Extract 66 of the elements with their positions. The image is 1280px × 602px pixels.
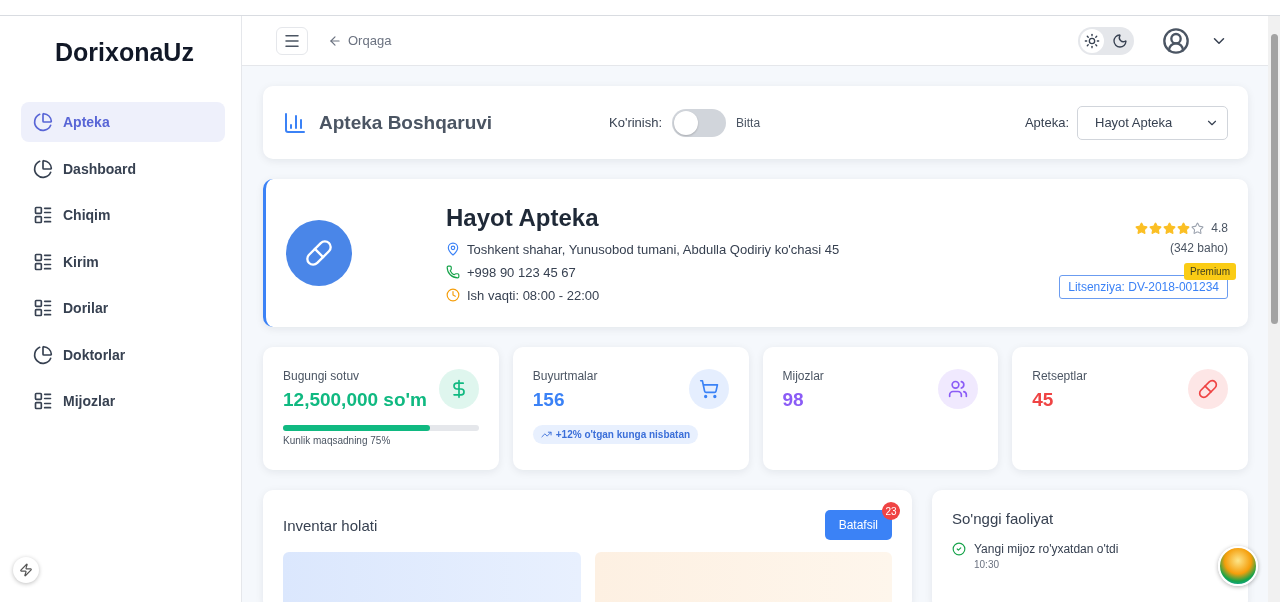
stat-value: 98 — [782, 389, 805, 411]
sidebar-item[interactable]: Kirim — [21, 241, 225, 282]
stat-value: 12,500,000 so'm — [283, 389, 428, 411]
star-icon — [1135, 221, 1149, 235]
pill-icon — [1188, 369, 1228, 409]
brand-logo: DorixonaUz — [54, 36, 195, 68]
page-title: Apteka Boshqaruvi — [319, 111, 494, 134]
stat-label: Buyurtmalar — [532, 369, 599, 383]
pharmacy-label: Apteka: — [1024, 115, 1069, 130]
trend-badge: +12% o'tgan kunga nisbatan — [532, 425, 699, 444]
stat-label: Mijozlar — [782, 369, 825, 383]
sun-button[interactable] — [1080, 28, 1104, 53]
pharmacy-name: Hayot Apteka — [446, 203, 600, 232]
phone-icon — [446, 265, 460, 279]
list-icon — [33, 391, 53, 411]
star-icon — [1149, 221, 1163, 235]
stat-value: 45 — [1032, 389, 1055, 411]
map-pin-icon — [446, 242, 460, 256]
rating-value: 4.8 — [1211, 221, 1228, 235]
stat-label: Bugungi sotuv — [283, 369, 361, 383]
star-icon — [1177, 221, 1191, 235]
star-icon — [1191, 221, 1205, 235]
view-toggle[interactable] — [672, 108, 727, 137]
pharmacy-detail: +998 90 123 45 67 — [467, 264, 576, 280]
lightning-icon — [19, 563, 33, 577]
moon-icon — [1112, 32, 1128, 49]
card-title: Inventar holati — [283, 516, 378, 534]
pie-chart-icon — [33, 344, 53, 365]
list-icon — [33, 205, 53, 225]
pie-chart-icon — [33, 112, 53, 132]
sidebar-item[interactable]: Apteka — [21, 102, 225, 142]
sidebar-item[interactable]: Mijozlar — [21, 381, 225, 421]
star-icon — [1163, 221, 1177, 235]
card-title: So'nggi faoliyat — [952, 510, 1054, 527]
activity-text: Yangi mijoz ro'yxatdan o'tdi — [974, 542, 1119, 556]
sidebar-item[interactable]: Doktorlar — [21, 334, 225, 375]
list-icon — [33, 251, 53, 272]
sun-icon — [1084, 32, 1100, 49]
sidebar-item[interactable]: Dorilar — [21, 288, 225, 328]
view-value: Bitta — [736, 115, 761, 130]
users-icon — [938, 369, 979, 409]
list-icon — [33, 298, 53, 318]
clock-icon — [446, 288, 460, 302]
review-count: (342 baho) — [1169, 241, 1228, 255]
progress-caption: Kunlik maqsadning 75% — [283, 435, 392, 446]
back-link[interactable]: Orqaga — [328, 33, 392, 48]
check-circle-icon — [952, 542, 966, 556]
stat-label: Retseptlar — [1032, 369, 1088, 383]
lightning-button[interactable] — [13, 557, 39, 583]
view-label: Ko'rinish: — [609, 115, 663, 130]
pharmacy-select[interactable]: Hayot Apteka — [1077, 105, 1228, 140]
pill-icon — [305, 239, 333, 267]
pharmacy-detail: Ish vaqti: 08:00 - 22:00 — [467, 287, 600, 303]
pie-chart-icon — [33, 158, 53, 179]
count-badge: 23 — [882, 502, 900, 520]
cart-icon — [688, 369, 729, 409]
dollar-icon — [438, 369, 479, 409]
bar-chart-icon — [283, 110, 307, 135]
premium-badge: Premium — [1184, 263, 1236, 280]
pharmacy-detail: Toshkent shahar, Yunusobod tumani, Abdulla Qodiriy ko'chasi 45 — [467, 241, 840, 257]
sidebar-item[interactable]: Chiqim — [21, 195, 225, 235]
activity-time: 10:30 — [974, 559, 1001, 570]
sidebar-item[interactable]: Dashboard — [21, 148, 225, 189]
menu-button[interactable] — [276, 26, 308, 55]
stat-value: 156 — [532, 389, 566, 411]
user-avatar-icon[interactable] — [1162, 26, 1190, 55]
